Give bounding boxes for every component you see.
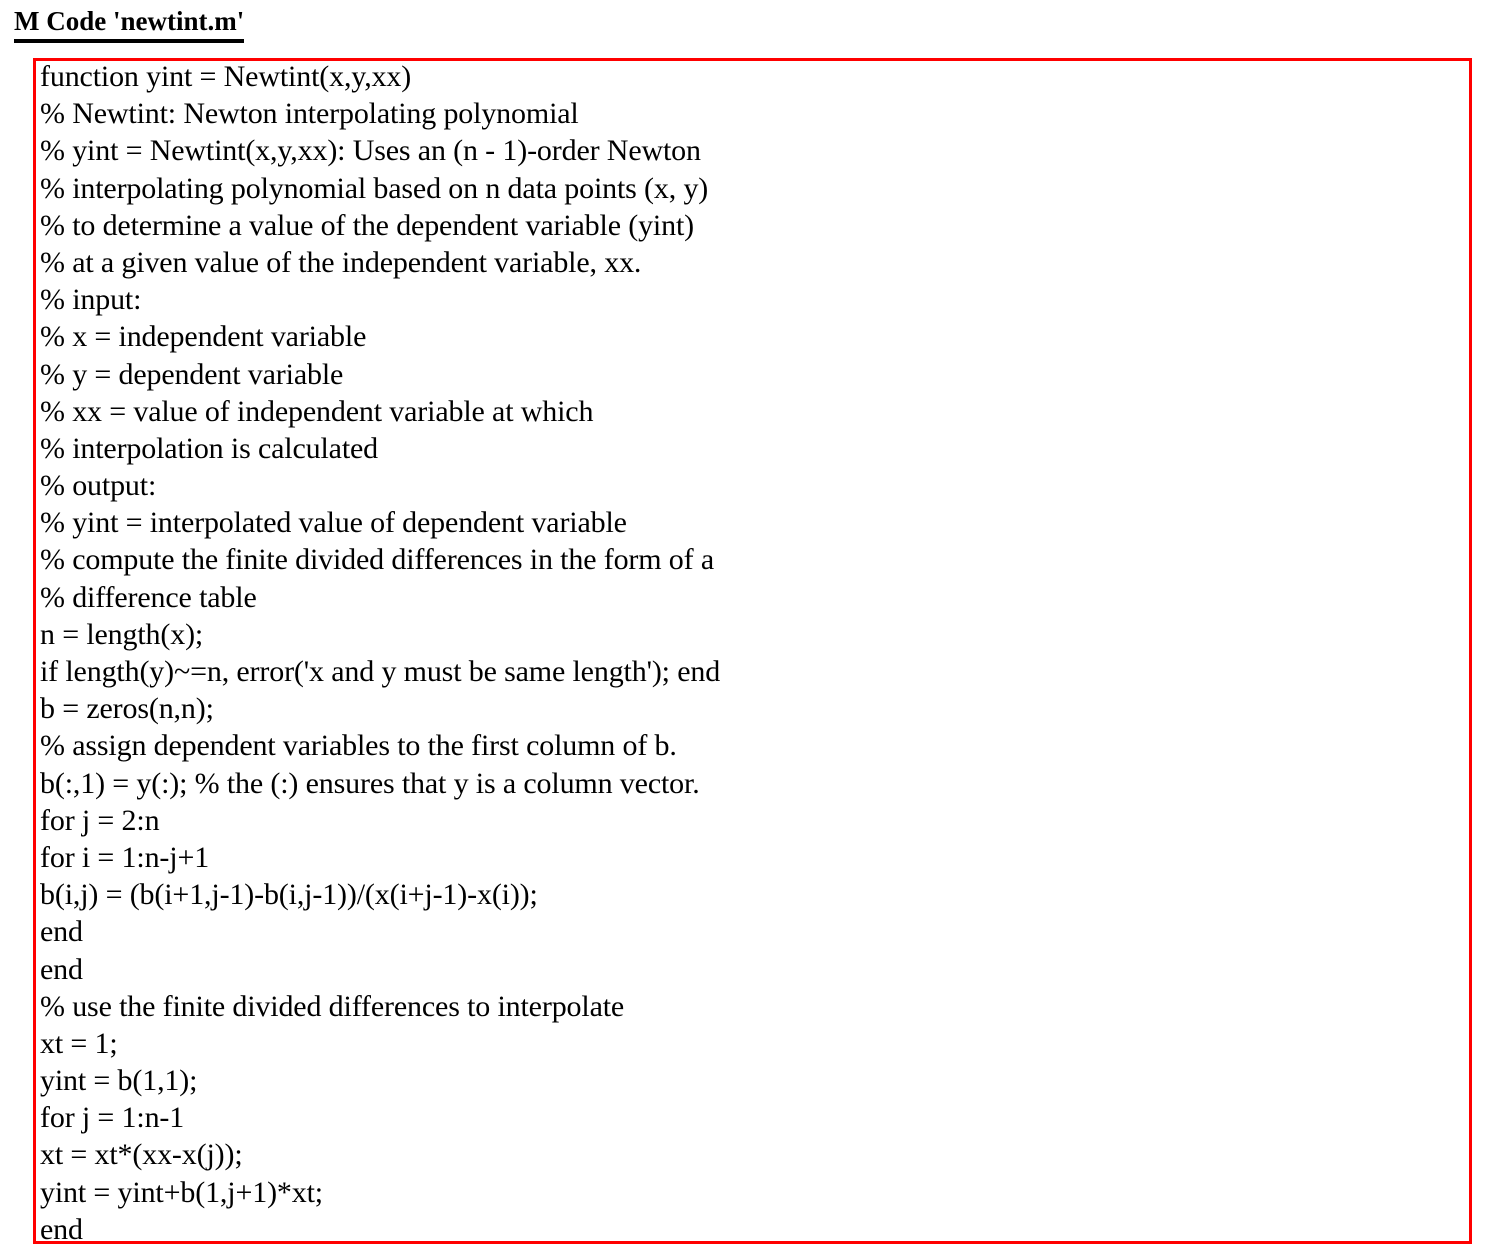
code-line: b = zeros(n,n); [40,692,214,726]
code-line: yint = b(1,1); [40,1064,198,1098]
code-line: % interpolating polynomial based on n da… [40,171,709,205]
code-line: % assign dependent variables to the firs… [40,729,677,763]
code-line: % y = dependent variable [40,357,344,391]
code-line: % difference table [40,580,257,614]
code-line: xt = xt*(xx-x(j)); [40,1138,243,1172]
code-line: xt = 1; [40,1026,118,1060]
code-line: % xx = value of independent variable at … [40,394,594,428]
code-line: for j = 1:n-1 [40,1101,185,1135]
code-line: % use the finite divided differences to … [40,989,625,1023]
code-line: for j = 2:n [40,803,160,837]
code-line: % compute the finite divided differences… [40,543,714,577]
page-title: M Code 'newtint.m' [14,4,245,43]
code-line: % interpolation is calculated [40,431,379,465]
code-line: b(i,j) = (b(i+1,j-1)-b(i,j-1))/(x(i+j-1)… [40,878,538,912]
code-line-list: function yint = Newtint(x,y,xx) % Newtint… [40,60,1469,1244]
code-line: end [40,915,83,949]
code-line: % yint = Newtint(x,y,xx): Uses an (n - 1… [40,134,701,168]
code-line: function yint = Newtint(x,y,xx) [40,60,412,93]
code-line: end [40,952,83,986]
code-line: % input: [40,283,142,317]
code-line: for i = 1:n-j+1 [40,840,210,874]
code-block-container: function yint = Newtint(x,y,xx) % Newtint… [33,58,1472,1244]
code-line: end [40,1212,83,1244]
code-line: % output: [40,469,157,503]
code-line: n = length(x); [40,617,204,651]
page-root: M Code 'newtint.m' function yint = Newti… [0,0,1486,1254]
code-line: if length(y)~=n, error('x and y must be … [40,655,721,688]
code-line: % x = independent variable [40,320,367,354]
code-line: % Newtint: Newton interpolating polynomi… [40,97,579,131]
code-line: % at a given value of the independent va… [40,245,642,279]
code-line: b(:,1) = y(:); % the (:) ensures that y … [40,766,700,800]
code-line: % to determine a value of the dependent … [40,208,694,242]
code-line: % yint = interpolated value of dependent… [40,506,627,540]
code-line: yint = yint+b(1,j+1)*xt; [40,1175,323,1209]
